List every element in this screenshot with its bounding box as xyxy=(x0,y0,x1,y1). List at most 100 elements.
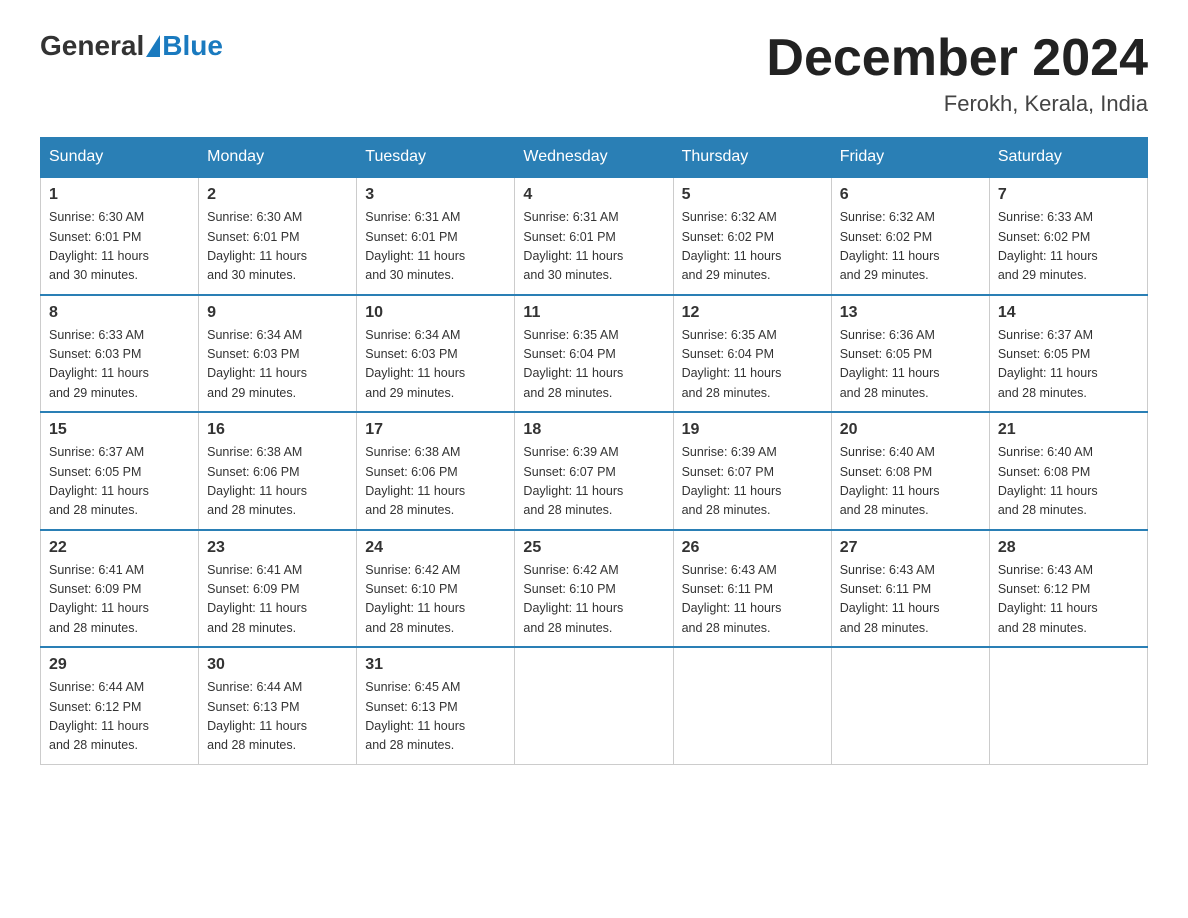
location-subtitle: Ferokh, Kerala, India xyxy=(766,91,1148,117)
calendar-cell: 14 Sunrise: 6:37 AMSunset: 6:05 PMDayligh… xyxy=(989,295,1147,413)
calendar-cell: 19 Sunrise: 6:39 AMSunset: 6:07 PMDayligh… xyxy=(673,412,831,530)
day-info: Sunrise: 6:39 AMSunset: 6:07 PMDaylight:… xyxy=(523,443,664,521)
week-row-5: 29 Sunrise: 6:44 AMSunset: 6:12 PMDayligh… xyxy=(41,647,1148,764)
calendar-cell: 1 Sunrise: 6:30 AMSunset: 6:01 PMDaylight… xyxy=(41,177,199,295)
calendar-cell: 31Sunrise: 6:45 AMSunset: 6:13 PMDayligh… xyxy=(357,647,515,764)
day-info: Sunrise: 6:31 AMSunset: 6:01 PMDaylight:… xyxy=(523,208,664,286)
day-number: 7 xyxy=(998,186,1139,204)
header-wednesday: Wednesday xyxy=(515,138,673,178)
day-info: Sunrise: 6:40 AMSunset: 6:08 PMDaylight:… xyxy=(840,443,981,521)
day-number: 28 xyxy=(998,539,1139,557)
day-number: 18 xyxy=(523,421,664,439)
week-row-2: 8 Sunrise: 6:33 AMSunset: 6:03 PMDaylight… xyxy=(41,295,1148,413)
day-number: 14 xyxy=(998,304,1139,322)
day-number: 29 xyxy=(49,656,190,674)
calendar-cell: 9 Sunrise: 6:34 AMSunset: 6:03 PMDaylight… xyxy=(199,295,357,413)
day-number: 13 xyxy=(840,304,981,322)
day-number: 20 xyxy=(840,421,981,439)
week-row-3: 15Sunrise: 6:37 AMSunset: 6:05 PMDayligh… xyxy=(41,412,1148,530)
day-info: Sunrise: 6:32 AMSunset: 6:02 PMDaylight:… xyxy=(840,208,981,286)
day-number: 21 xyxy=(998,421,1139,439)
calendar-cell: 13 Sunrise: 6:36 AMSunset: 6:05 PMDayligh… xyxy=(831,295,989,413)
month-title: December 2024 xyxy=(766,30,1148,87)
calendar-cell: 25 Sunrise: 6:42 AMSunset: 6:10 PMDayligh… xyxy=(515,530,673,648)
calendar-cell: 5 Sunrise: 6:32 AMSunset: 6:02 PMDaylight… xyxy=(673,177,831,295)
calendar-cell: 26Sunrise: 6:43 AMSunset: 6:11 PMDayligh… xyxy=(673,530,831,648)
calendar-cell: 8 Sunrise: 6:33 AMSunset: 6:03 PMDaylight… xyxy=(41,295,199,413)
day-info: Sunrise: 6:38 AMSunset: 6:06 PMDaylight:… xyxy=(207,443,348,521)
header-monday: Monday xyxy=(199,138,357,178)
day-info: Sunrise: 6:44 AMSunset: 6:12 PMDaylight:… xyxy=(49,678,190,756)
day-info: Sunrise: 6:35 AMSunset: 6:04 PMDaylight:… xyxy=(523,326,664,404)
calendar-table: SundayMondayTuesdayWednesdayThursdayFrid… xyxy=(40,137,1148,765)
day-info: Sunrise: 6:33 AMSunset: 6:03 PMDaylight:… xyxy=(49,326,190,404)
calendar-cell: 18 Sunrise: 6:39 AMSunset: 6:07 PMDayligh… xyxy=(515,412,673,530)
calendar-cell: 16 Sunrise: 6:38 AMSunset: 6:06 PMDayligh… xyxy=(199,412,357,530)
day-info: Sunrise: 6:43 AMSunset: 6:11 PMDaylight:… xyxy=(840,561,981,639)
calendar-body: 1 Sunrise: 6:30 AMSunset: 6:01 PMDaylight… xyxy=(41,177,1148,764)
day-number: 31 xyxy=(365,656,506,674)
day-info: Sunrise: 6:32 AMSunset: 6:02 PMDaylight:… xyxy=(682,208,823,286)
day-number: 12 xyxy=(682,304,823,322)
calendar-cell: 2Sunrise: 6:30 AMSunset: 6:01 PMDaylight… xyxy=(199,177,357,295)
day-info: Sunrise: 6:31 AMSunset: 6:01 PMDaylight:… xyxy=(365,208,506,286)
calendar-cell: 3Sunrise: 6:31 AMSunset: 6:01 PMDaylight… xyxy=(357,177,515,295)
day-number: 10 xyxy=(365,304,506,322)
day-info: Sunrise: 6:42 AMSunset: 6:10 PMDaylight:… xyxy=(523,561,664,639)
day-number: 27 xyxy=(840,539,981,557)
day-number: 16 xyxy=(207,421,348,439)
day-info: Sunrise: 6:41 AMSunset: 6:09 PMDaylight:… xyxy=(49,561,190,639)
calendar-cell: 7 Sunrise: 6:33 AMSunset: 6:02 PMDaylight… xyxy=(989,177,1147,295)
header-saturday: Saturday xyxy=(989,138,1147,178)
day-info: Sunrise: 6:44 AMSunset: 6:13 PMDaylight:… xyxy=(207,678,348,756)
day-info: Sunrise: 6:34 AMSunset: 6:03 PMDaylight:… xyxy=(365,326,506,404)
calendar-cell: 12Sunrise: 6:35 AMSunset: 6:04 PMDayligh… xyxy=(673,295,831,413)
day-info: Sunrise: 6:43 AMSunset: 6:11 PMDaylight:… xyxy=(682,561,823,639)
day-info: Sunrise: 6:37 AMSunset: 6:05 PMDaylight:… xyxy=(49,443,190,521)
day-info: Sunrise: 6:38 AMSunset: 6:06 PMDaylight:… xyxy=(365,443,506,521)
header-friday: Friday xyxy=(831,138,989,178)
calendar-cell xyxy=(831,647,989,764)
header-thursday: Thursday xyxy=(673,138,831,178)
calendar-cell xyxy=(989,647,1147,764)
day-info: Sunrise: 6:30 AMSunset: 6:01 PMDaylight:… xyxy=(207,208,348,286)
day-number: 6 xyxy=(840,186,981,204)
calendar-cell: 10 Sunrise: 6:34 AMSunset: 6:03 PMDayligh… xyxy=(357,295,515,413)
day-number: 17 xyxy=(365,421,506,439)
calendar-cell: 28 Sunrise: 6:43 AMSunset: 6:12 PMDayligh… xyxy=(989,530,1147,648)
calendar-cell: 21 Sunrise: 6:40 AMSunset: 6:08 PMDayligh… xyxy=(989,412,1147,530)
day-number: 25 xyxy=(523,539,664,557)
day-info: Sunrise: 6:36 AMSunset: 6:05 PMDaylight:… xyxy=(840,326,981,404)
day-info: Sunrise: 6:30 AMSunset: 6:01 PMDaylight:… xyxy=(49,208,190,286)
calendar-cell: 29 Sunrise: 6:44 AMSunset: 6:12 PMDayligh… xyxy=(41,647,199,764)
logo-general-text: General xyxy=(40,30,144,62)
calendar-cell: 27 Sunrise: 6:43 AMSunset: 6:11 PMDayligh… xyxy=(831,530,989,648)
day-number: 4 xyxy=(523,186,664,204)
day-number: 9 xyxy=(207,304,348,322)
calendar-cell: 11Sunrise: 6:35 AMSunset: 6:04 PMDayligh… xyxy=(515,295,673,413)
day-info: Sunrise: 6:43 AMSunset: 6:12 PMDaylight:… xyxy=(998,561,1139,639)
day-info: Sunrise: 6:39 AMSunset: 6:07 PMDaylight:… xyxy=(682,443,823,521)
calendar-header: SundayMondayTuesdayWednesdayThursdayFrid… xyxy=(41,138,1148,178)
day-number: 24 xyxy=(365,539,506,557)
calendar-cell: 17 Sunrise: 6:38 AMSunset: 6:06 PMDayligh… xyxy=(357,412,515,530)
day-info: Sunrise: 6:34 AMSunset: 6:03 PMDaylight:… xyxy=(207,326,348,404)
day-info: Sunrise: 6:37 AMSunset: 6:05 PMDaylight:… xyxy=(998,326,1139,404)
calendar-cell: 15Sunrise: 6:37 AMSunset: 6:05 PMDayligh… xyxy=(41,412,199,530)
page-header: General Blue December 2024 Ferokh, Keral… xyxy=(40,30,1148,117)
day-number: 1 xyxy=(49,186,190,204)
logo: General Blue xyxy=(40,30,223,62)
day-info: Sunrise: 6:40 AMSunset: 6:08 PMDaylight:… xyxy=(998,443,1139,521)
day-number: 19 xyxy=(682,421,823,439)
calendar-cell xyxy=(515,647,673,764)
day-number: 30 xyxy=(207,656,348,674)
week-row-4: 22 Sunrise: 6:41 AMSunset: 6:09 PMDayligh… xyxy=(41,530,1148,648)
calendar-cell: 4 Sunrise: 6:31 AMSunset: 6:01 PMDaylight… xyxy=(515,177,673,295)
day-number: 5 xyxy=(682,186,823,204)
calendar-cell xyxy=(673,647,831,764)
day-number: 22 xyxy=(49,539,190,557)
calendar-cell: 23Sunrise: 6:41 AMSunset: 6:09 PMDayligh… xyxy=(199,530,357,648)
calendar-cell: 22 Sunrise: 6:41 AMSunset: 6:09 PMDayligh… xyxy=(41,530,199,648)
day-number: 8 xyxy=(49,304,190,322)
day-info: Sunrise: 6:33 AMSunset: 6:02 PMDaylight:… xyxy=(998,208,1139,286)
